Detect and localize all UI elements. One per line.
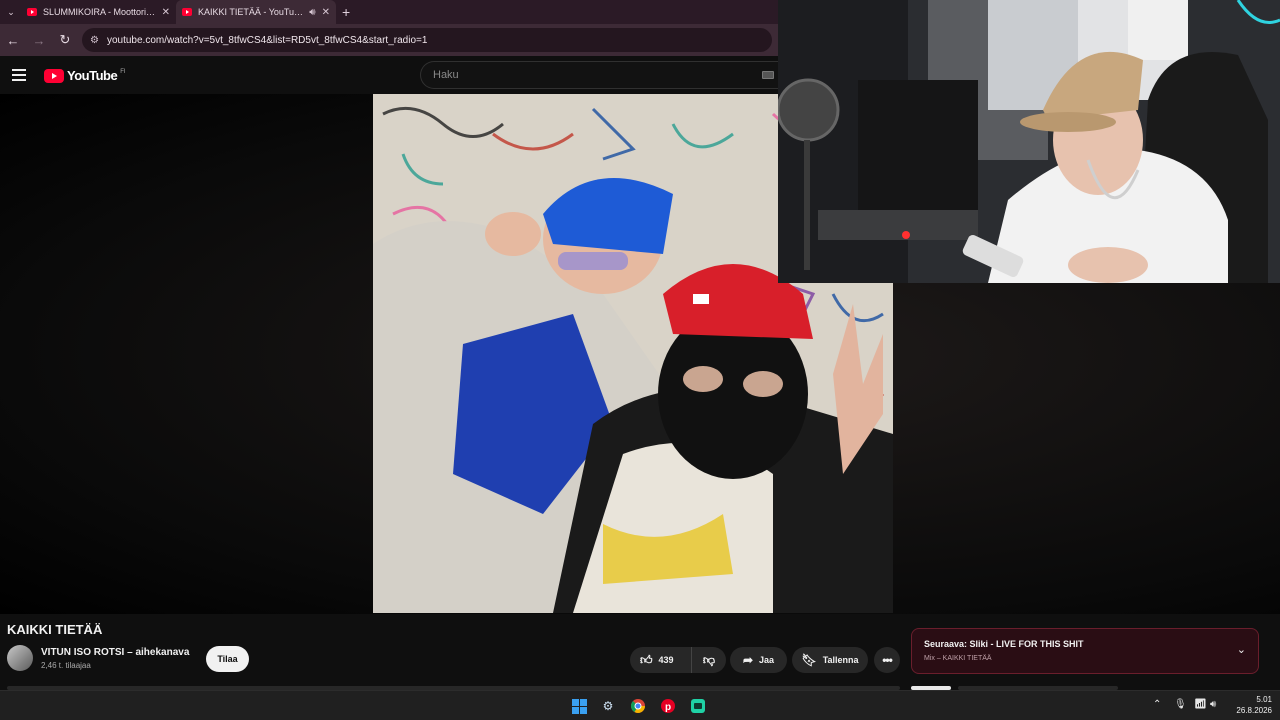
video-info-panel: KAIKKI TIETÄÄ VITUN ISO ROTSI – aihekana… (0, 614, 1280, 690)
save-label: Tallenna (822, 655, 859, 665)
up-next-panel[interactable]: Seuraava: Sliki - LIVE FOR THIS SHIT Mix… (911, 628, 1259, 674)
youtube-favicon-icon (182, 8, 192, 16)
search-placeholder: Haku (433, 69, 459, 81)
bookmark-icon: 🔖︎ (801, 653, 817, 667)
search-input[interactable]: Haku (420, 61, 778, 89)
save-button[interactable]: 🔖︎ Tallenna (792, 647, 868, 673)
youtube-favicon-icon (27, 8, 37, 16)
microphone-icon[interactable]: 🎙︎ (1174, 699, 1187, 710)
close-tab-icon[interactable]: ✕ (162, 7, 170, 18)
app-icon[interactable] (689, 697, 707, 715)
tab-title: KAIKKI TIETÄÄ - YouTube (198, 7, 304, 17)
forward-arrow-icon[interactable]: → (26, 33, 52, 48)
tab-title: SLUMMIKOIRA - Moottorijuma (43, 7, 156, 17)
like-dislike-group: 👍︎ 439 👎︎ (630, 647, 726, 673)
system-clock[interactable]: 5.01 26.8.2026 (1236, 694, 1272, 716)
more-actions-button[interactable]: ••• (874, 647, 900, 673)
browser-toolbar: ← → ↻ ⚙ youtube.com/watch?v=5vt_8tfwCS4&… (0, 24, 778, 56)
like-button[interactable]: 👍︎ 439 (630, 647, 692, 673)
region-code: FI (120, 68, 126, 75)
chrome-icon[interactable] (629, 697, 647, 715)
clock-time: 5.01 (1256, 695, 1272, 704)
tray-overflow-icon[interactable]: ⌃ (1153, 699, 1161, 710)
clock-date: 26.8.2026 (1236, 706, 1272, 715)
share-label: Jaa (759, 655, 775, 665)
url-text: youtube.com/watch?v=5vt_8tfwCS4&list=RD5… (106, 34, 428, 46)
browser-tab-kaikki-tietaa[interactable]: KAIKKI TIETÄÄ - YouTube 🔊︎ ✕ (176, 0, 336, 24)
dislike-button[interactable]: 👎︎ (692, 654, 726, 666)
back-arrow-icon[interactable]: ← (0, 33, 26, 48)
thumbs-down-icon: 👎︎ (702, 653, 716, 667)
subscriber-count: 2,46 t. tilaajaa (41, 661, 91, 670)
youtube-logo[interactable]: YouTube FI (44, 68, 126, 83)
share-button[interactable]: ➦ Jaa (730, 647, 787, 673)
pinterest-icon[interactable]: p (659, 697, 677, 715)
tab-search-chevron-icon[interactable]: ⌄ (1, 2, 21, 22)
up-next-title: Seuraava: Sliki - LIVE FOR THIS SHIT (924, 639, 1084, 649)
channel-avatar[interactable] (7, 645, 33, 671)
hamburger-menu-icon[interactable] (12, 69, 26, 81)
new-tab-button[interactable]: + (342, 4, 350, 20)
close-tab-icon[interactable]: ✕ (322, 7, 330, 18)
thumbs-up-icon: 👍︎ (640, 653, 653, 667)
windows-start-icon[interactable] (570, 697, 588, 715)
steam-icon[interactable]: ⚙ (599, 697, 617, 715)
webcam-overlay (778, 0, 1280, 283)
windows-taskbar: ⚙ p ⌃ 🎙︎ 📶︎ 🔊︎ 5.01 26.8.2026 (0, 690, 1280, 720)
youtube-header: YouTube FI Haku (0, 56, 778, 94)
webcam-image (778, 0, 1280, 283)
site-info-icon[interactable]: ⚙ (90, 35, 99, 46)
like-count: 439 (658, 655, 674, 665)
browser-tab-strip: ⌄ SLUMMIKOIRA - Moottorijuma ✕ KAIKKI TI… (0, 0, 778, 24)
address-bar[interactable]: ⚙ youtube.com/watch?v=5vt_8tfwCS4&list=R… (82, 28, 772, 52)
share-icon: ➦ (742, 653, 754, 667)
svg-text:p: p (665, 702, 671, 713)
up-next-subtitle: Mix – KAIKKI TIETÄÄ (924, 655, 992, 662)
browser-tab-slummikoira[interactable]: SLUMMIKOIRA - Moottorijuma ✕ (21, 0, 176, 24)
youtube-wordmark: YouTube (67, 68, 118, 83)
chevron-down-icon[interactable]: ⌄ (1237, 643, 1246, 656)
speaker-icon[interactable]: 🔊︎ (309, 7, 315, 18)
channel-name[interactable]: VITUN ISO ROTSI – aihekanava (41, 647, 189, 658)
reload-icon[interactable]: ↻ (52, 32, 78, 48)
wifi-icon[interactable]: 📶︎ (1194, 699, 1207, 710)
subscribe-button[interactable]: Tilaa (206, 646, 249, 672)
video-title: KAIKKI TIETÄÄ (7, 622, 103, 637)
youtube-play-logo-icon (44, 68, 64, 83)
volume-icon[interactable]: 🔊︎ (1210, 699, 1216, 710)
keyboard-icon[interactable] (762, 71, 774, 79)
